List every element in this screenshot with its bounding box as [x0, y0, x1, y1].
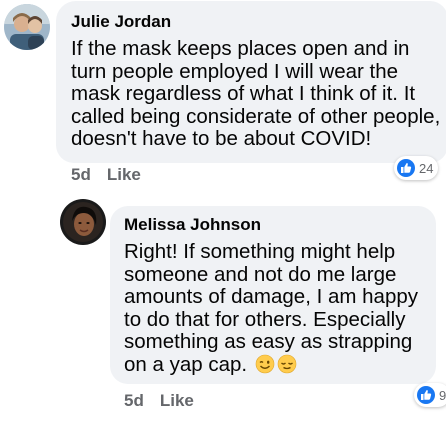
- reaction-count: 9: [439, 387, 446, 403]
- relieved-face-emoji: [277, 354, 297, 373]
- like-thumbs-up-icon: [417, 386, 435, 404]
- avatar-melissa-johnson[interactable]: [60, 199, 106, 245]
- comment-text-container: Right! If something might help someone a…: [124, 240, 436, 376]
- comment-meta: 5d Like: [71, 165, 157, 185]
- like-button[interactable]: Like: [160, 391, 194, 410]
- comment-meta: 5d Like: [124, 391, 210, 411]
- comment-text: If the mask keeps places open and in tur…: [71, 37, 441, 150]
- reaction-count: 24: [419, 160, 434, 176]
- like-thumbs-up-icon: [397, 159, 415, 177]
- winking-face-emoji: [255, 354, 275, 373]
- reaction-summary[interactable]: 24: [394, 156, 439, 180]
- reaction-summary[interactable]: 9: [414, 383, 446, 407]
- like-button[interactable]: Like: [107, 165, 141, 184]
- comment-author[interactable]: Julie Jordan: [71, 12, 171, 32]
- comment-timestamp[interactable]: 5d: [124, 391, 144, 410]
- comment-author[interactable]: Melissa Johnson: [124, 215, 261, 235]
- comment-timestamp[interactable]: 5d: [71, 165, 91, 184]
- avatar-julie-jordan[interactable]: [4, 4, 50, 50]
